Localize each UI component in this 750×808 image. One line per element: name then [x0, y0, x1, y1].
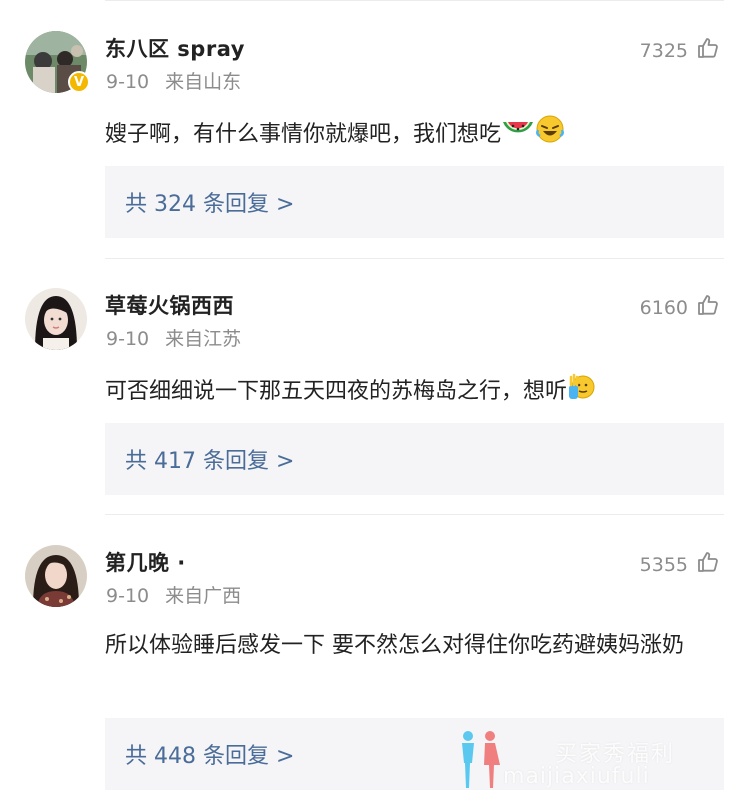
comment-text: 所以体验睡后感发一下 要不然怎么对得住你吃药避姨妈涨奶	[105, 633, 684, 658]
avatar[interactable]	[25, 288, 87, 350]
comment-divider	[105, 514, 724, 515]
comment-date: 9-10	[106, 71, 150, 93]
like-count: 7325	[639, 39, 688, 62]
laughing-emoji	[535, 114, 565, 156]
verified-badge-icon: V	[68, 71, 90, 93]
thumbs-up-icon	[696, 550, 720, 579]
like-count: 6160	[639, 296, 688, 319]
watermelon-emoji	[501, 118, 535, 156]
username[interactable]: 草莓火锅西西	[105, 290, 234, 320]
like-button[interactable]: 5355	[640, 550, 720, 579]
watermark-figures-icon	[462, 731, 500, 788]
comment-text-content: 可否细细说一下那五天四夜的苏梅岛之行，想听	[105, 379, 568, 404]
thumbs-up-icon	[696, 293, 720, 322]
thumbs-up-icon	[696, 36, 720, 65]
comment-location: 来自江苏	[165, 328, 242, 350]
avatar[interactable]	[25, 545, 87, 607]
like-button[interactable]: 6160	[640, 293, 720, 322]
comment-text: 可否细细说一下那五天四夜的苏梅岛之行，想听	[105, 371, 722, 413]
username[interactable]: 第几晚 ·	[105, 547, 186, 577]
comment-date: 9-10	[106, 585, 150, 607]
comment-text: 嫂子啊，有什么事情你就爆吧，我们想吃	[105, 114, 722, 156]
top-divider	[105, 0, 724, 1]
reply-link[interactable]: 共 417 条回复 >	[105, 423, 724, 495]
comment-text-content: 嫂子啊，有什么事情你就爆吧，我们想吃	[105, 122, 502, 147]
comment-location: 来自山东	[165, 71, 242, 93]
comment-location: 来自广西	[165, 585, 242, 607]
comment-meta: 9-10 来自江苏	[106, 324, 241, 351]
watermark: 买家秀福利 maijiaxiufuli	[455, 728, 715, 798]
comment-meta: 9-10 来自广西	[106, 581, 241, 608]
like-button[interactable]: 7325	[640, 36, 720, 65]
raised-hand-emoji	[567, 371, 597, 413]
reply-link[interactable]: 共 324 条回复 >	[105, 166, 724, 238]
watermark-subtext: maijiaxiufuli	[503, 764, 650, 789]
like-count: 5355	[639, 553, 688, 576]
comment-meta: 9-10 来自山东	[106, 67, 241, 94]
username[interactable]: 东八区 spray	[105, 33, 245, 63]
comment-date: 9-10	[106, 328, 150, 350]
comment-divider	[105, 258, 724, 259]
